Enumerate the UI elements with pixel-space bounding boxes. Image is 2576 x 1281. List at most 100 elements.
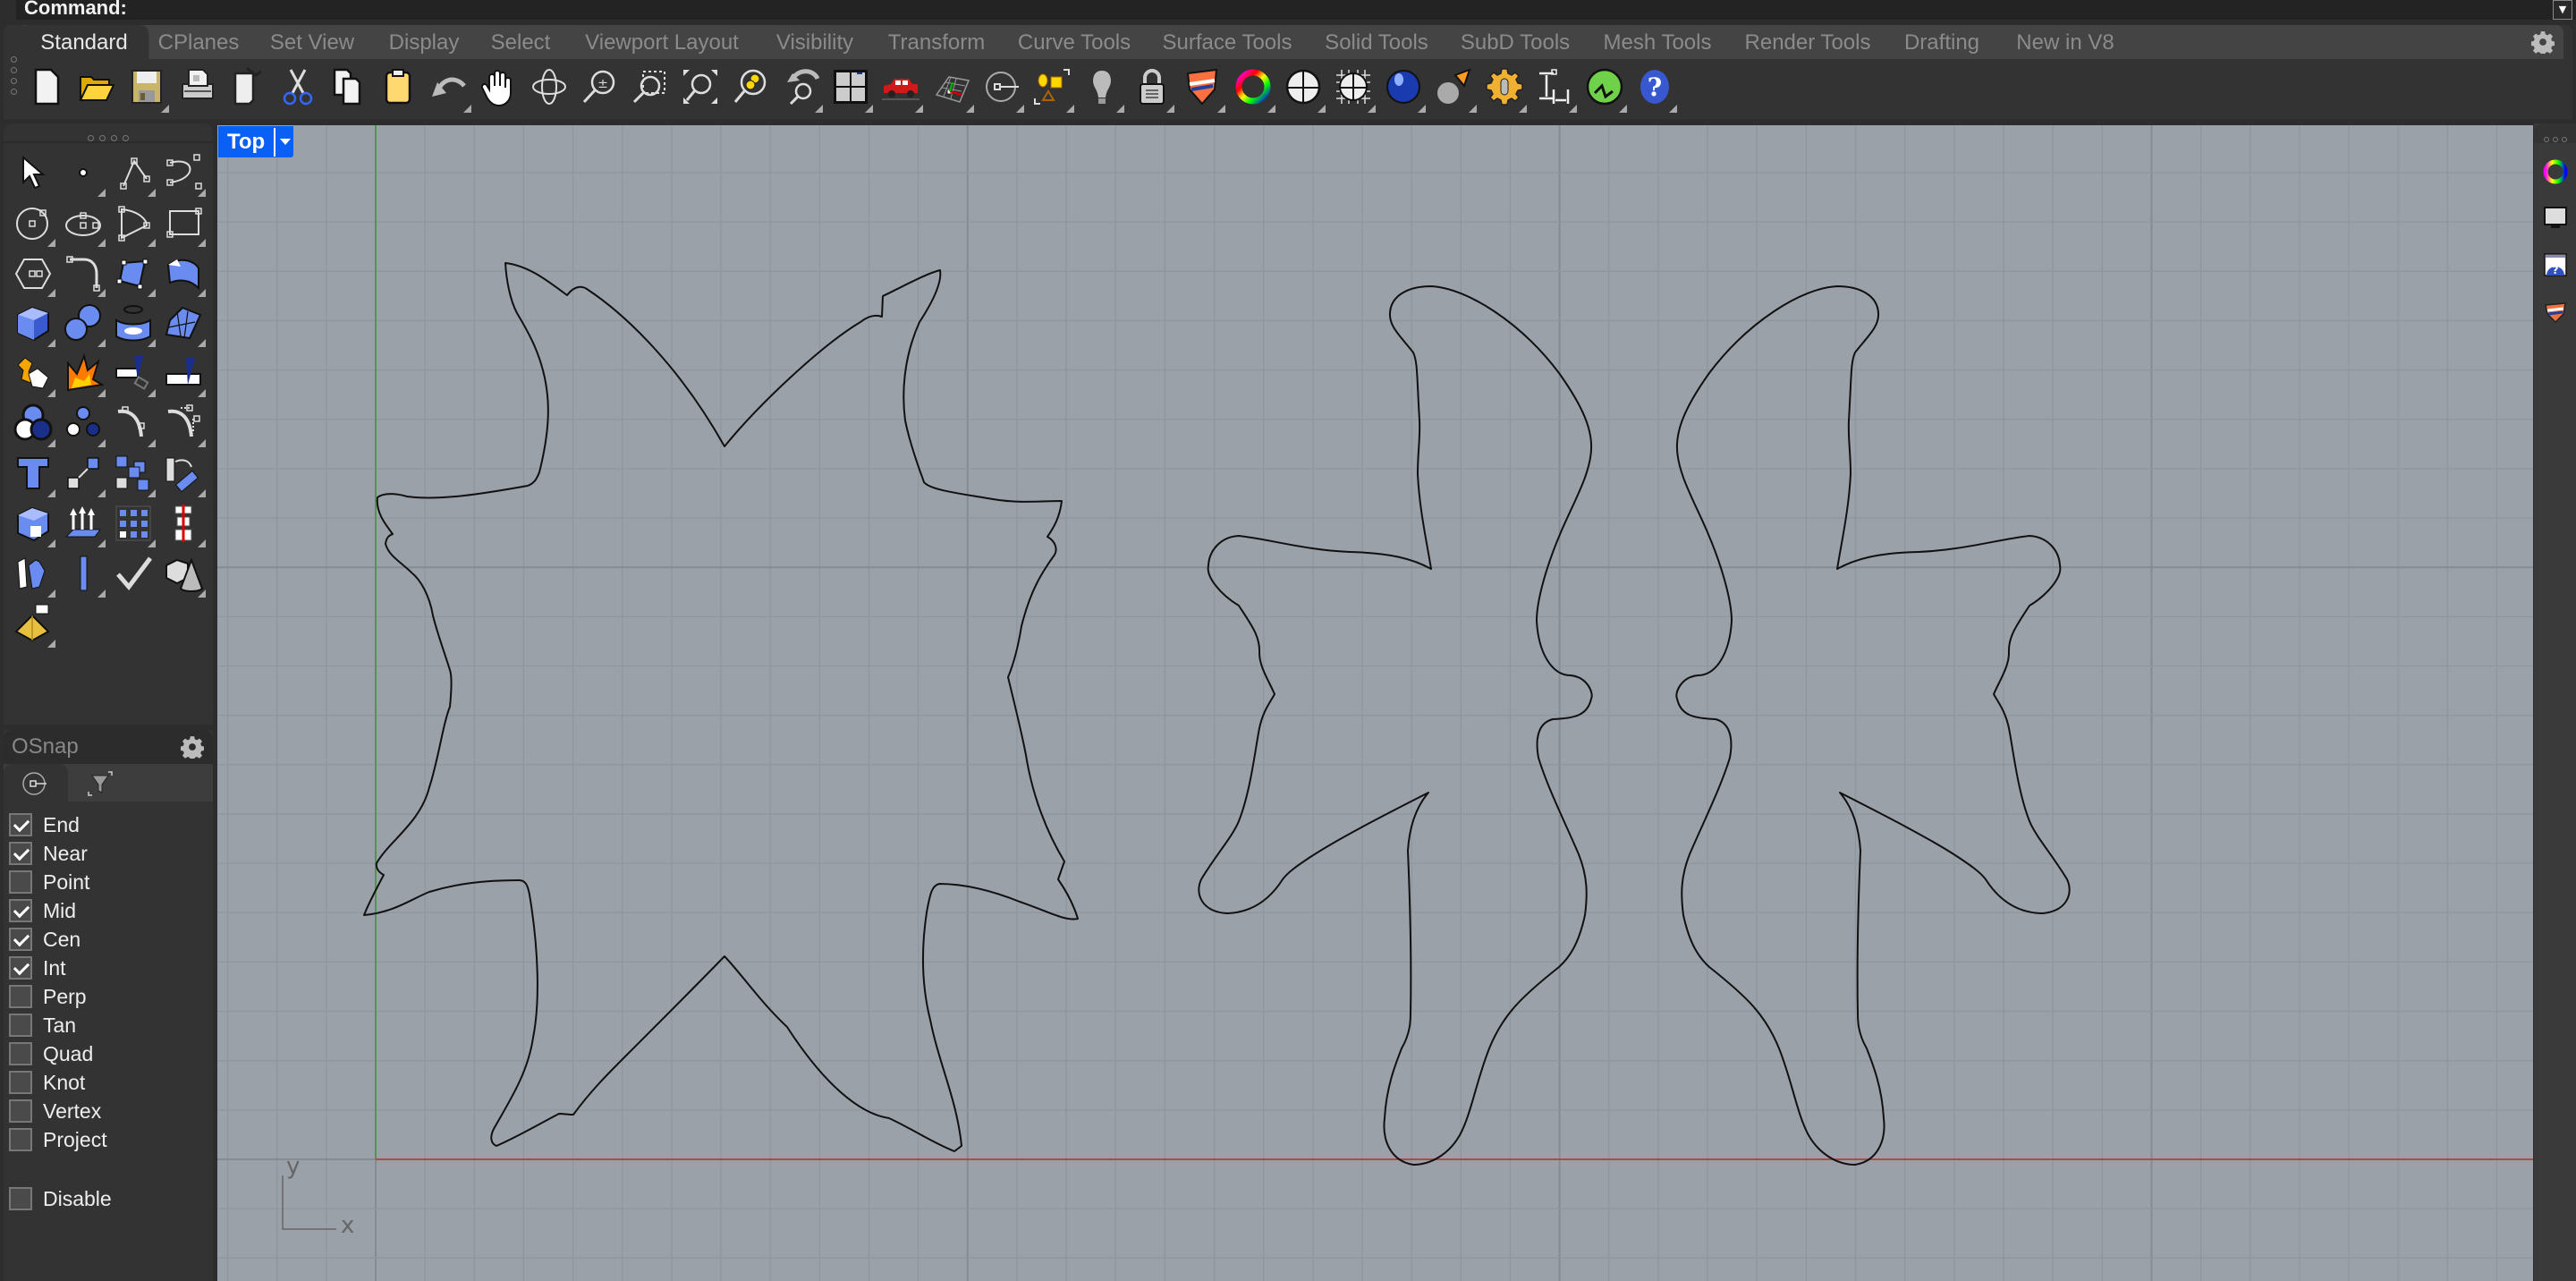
- checkbox[interactable]: [9, 1071, 32, 1094]
- osnap-near[interactable]: Near: [4, 839, 213, 868]
- spotlight-button[interactable]: [1432, 64, 1477, 113]
- checkbox[interactable]: [9, 928, 32, 951]
- toolbox-grip[interactable]: [4, 123, 213, 143]
- tool-sphere-union[interactable]: [59, 299, 107, 347]
- tool-analyze[interactable]: [59, 549, 107, 598]
- checkbox[interactable]: [9, 985, 32, 1008]
- tab-set-view[interactable]: Set View: [270, 25, 354, 59]
- import-button[interactable]: [225, 64, 270, 111]
- tool-trim[interactable]: [109, 349, 157, 397]
- tool-fillet-curve[interactable]: [59, 249, 107, 297]
- help-button[interactable]: ?: [1632, 64, 1678, 113]
- tab-render-tools[interactable]: Render Tools: [1745, 25, 1871, 59]
- options-gear-button[interactable]: [1482, 64, 1527, 113]
- tool-bend[interactable]: [9, 549, 57, 598]
- osnap-cen[interactable]: Cen: [4, 925, 213, 954]
- tool-split[interactable]: [159, 349, 208, 397]
- tab-transform[interactable]: Transform: [888, 25, 985, 59]
- osnap-project[interactable]: Project: [4, 1125, 213, 1154]
- tab-subd-tools[interactable]: SubD Tools: [1461, 25, 1570, 59]
- undo-button[interactable]: [427, 64, 471, 113]
- tool-text[interactable]: [9, 449, 57, 497]
- rendered-sphere-button[interactable]: [1381, 64, 1427, 113]
- osnap-perp[interactable]: Perp: [4, 982, 213, 1011]
- shaded-sphere-button[interactable]: [1281, 64, 1326, 113]
- zoom-selected-button[interactable]: [728, 64, 773, 111]
- cut-button[interactable]: [275, 64, 320, 111]
- tool-ellipse[interactable]: [59, 199, 107, 247]
- tool-box[interactable]: [9, 299, 57, 347]
- save-button[interactable]: [124, 64, 170, 113]
- grasshopper-button[interactable]: [1582, 64, 1628, 113]
- tool-scale[interactable]: [59, 449, 107, 497]
- checkbox[interactable]: [9, 870, 32, 894]
- print-button[interactable]: [175, 64, 220, 111]
- tool-rectangle[interactable]: [159, 199, 208, 247]
- wireframe-sphere-button[interactable]: [1331, 64, 1377, 113]
- tool-explode[interactable]: [59, 349, 107, 397]
- tool-select-arrow[interactable]: [9, 148, 57, 197]
- tab-standard[interactable]: Standard: [19, 25, 149, 59]
- four-viewports-button[interactable]: [828, 64, 874, 113]
- tool-cylinder[interactable]: [109, 299, 157, 347]
- tab-surface-tools[interactable]: Surface Tools: [1163, 25, 1292, 59]
- osnap-point[interactable]: Point: [4, 868, 213, 896]
- undo-view-button[interactable]: [778, 64, 823, 113]
- checkbox[interactable]: [9, 1099, 32, 1123]
- lights-bulb-button[interactable]: [1080, 64, 1125, 113]
- checkbox[interactable]: [9, 1042, 32, 1065]
- osnap-mid[interactable]: Mid: [4, 896, 213, 925]
- properties-tab[interactable]: [2538, 154, 2573, 190]
- osnap-knot[interactable]: Knot: [4, 1068, 213, 1097]
- tool-join[interactable]: [9, 349, 57, 397]
- tool-point[interactable]: [59, 148, 107, 197]
- viewport-canvas[interactable]: y x: [217, 125, 2533, 1281]
- tab-drafting[interactable]: Drafting: [1904, 25, 1979, 59]
- side-panel-grip[interactable]: [2534, 123, 2576, 143]
- viewport-title-tab[interactable]: Top: [218, 126, 294, 157]
- tab-visibility[interactable]: Visibility: [776, 25, 853, 59]
- checkbox[interactable]: [9, 956, 32, 980]
- tab-viewport-layout[interactable]: Viewport Layout: [585, 25, 739, 59]
- layer-button[interactable]: [1181, 64, 1225, 113]
- tab-select[interactable]: Select: [491, 25, 551, 59]
- zoom-extents-button[interactable]: [678, 64, 723, 111]
- dimension-button[interactable]: [1532, 64, 1577, 113]
- gear-icon[interactable]: [2531, 30, 2555, 54]
- tool-circle[interactable]: [9, 199, 57, 247]
- tab-new-in-v8[interactable]: New in V8: [2016, 25, 2114, 59]
- zoom-window-button[interactable]: [627, 64, 672, 111]
- osnap-tan[interactable]: Tan: [4, 1011, 213, 1039]
- tool-arc[interactable]: [109, 199, 157, 247]
- tab-cplanes[interactable]: CPlanes: [158, 25, 240, 59]
- command-bar[interactable]: Command:: [0, 0, 2576, 20]
- named-views-car-button[interactable]: [878, 64, 924, 113]
- tool-solids[interactable]: [159, 549, 208, 598]
- osnap-button[interactable]: [979, 64, 1024, 113]
- copy-button[interactable]: [326, 64, 370, 111]
- tab-mesh-tools[interactable]: Mesh Tools: [1604, 25, 1712, 59]
- checkbox[interactable]: [9, 813, 32, 836]
- checkbox[interactable]: [9, 1187, 32, 1210]
- checkbox[interactable]: [9, 1128, 32, 1151]
- color-wheel-button[interactable]: [1231, 64, 1275, 113]
- select-objects-button[interactable]: [1030, 64, 1074, 113]
- tool-extrude[interactable]: [59, 499, 107, 547]
- paste-button[interactable]: [376, 64, 420, 111]
- tool-surface-network[interactable]: [159, 299, 208, 347]
- tool-polygon[interactable]: [9, 249, 57, 297]
- top-viewport[interactable]: y x Top: [217, 125, 2533, 1281]
- tab-curve-tools[interactable]: Curve Tools: [1018, 25, 1131, 59]
- tab-display[interactable]: Display: [389, 25, 460, 59]
- tool-boolean-union[interactable]: [9, 399, 57, 447]
- tool-surface-corner[interactable]: [109, 249, 157, 297]
- rotate-view-button[interactable]: [527, 64, 572, 111]
- cplane-button[interactable]: [929, 64, 974, 113]
- tool-curve[interactable]: [159, 148, 208, 197]
- tool-fillet[interactable]: [109, 399, 157, 447]
- command-history-dropdown[interactable]: ▼: [2553, 0, 2572, 20]
- tool-grid-array[interactable]: [109, 499, 157, 547]
- tool-section[interactable]: [159, 499, 208, 547]
- zoom-button[interactable]: ±: [577, 64, 622, 111]
- tool-chamfer[interactable]: [159, 399, 208, 447]
